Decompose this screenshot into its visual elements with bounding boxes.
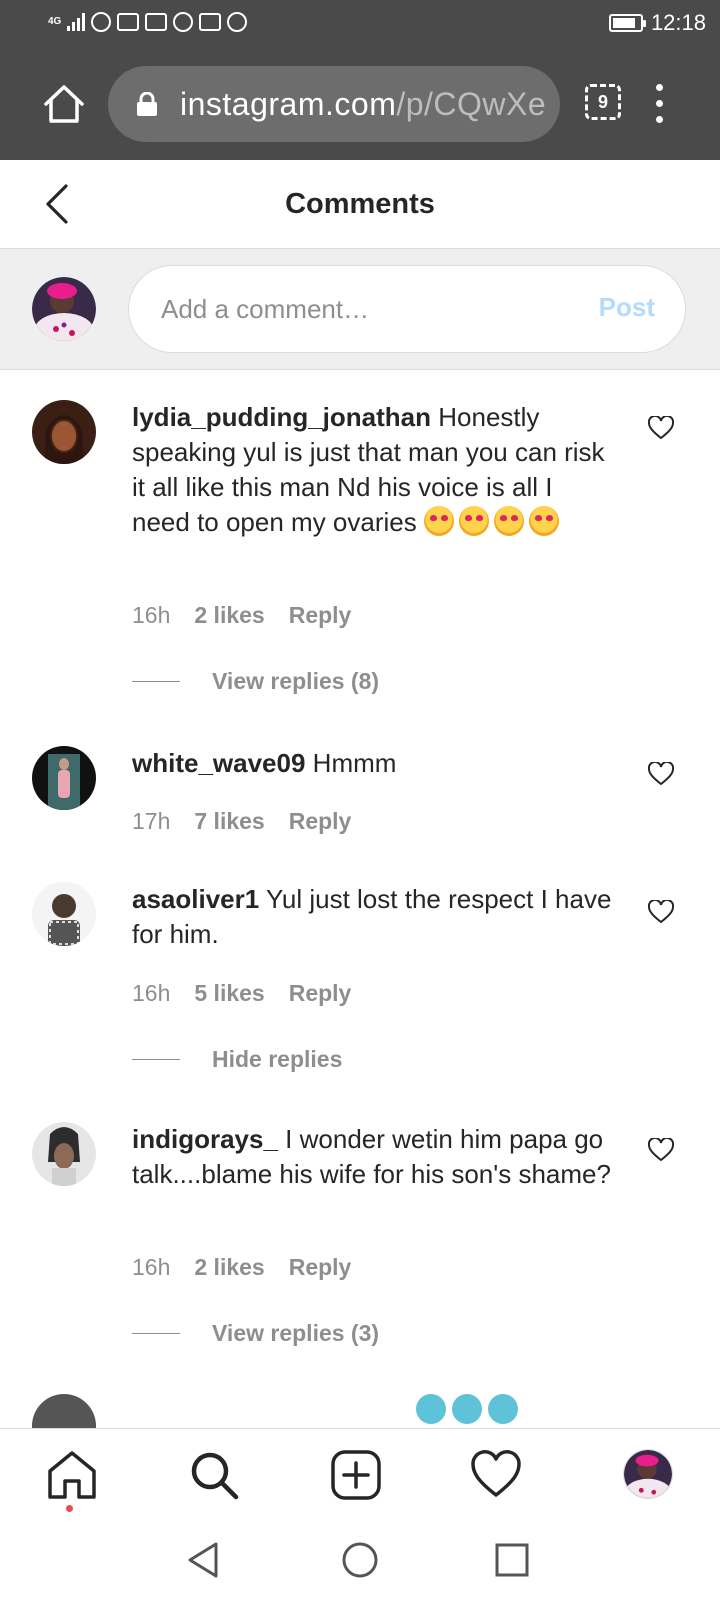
bottom-navigation (0, 1428, 720, 1518)
comment-meta: 16h 5 likes Reply (132, 980, 351, 1007)
replies-label: Hide replies (212, 1046, 343, 1072)
page-title: Comments (285, 188, 435, 220)
hotspot-icon (91, 12, 112, 32)
comment-body: indigorays_ I wonder wetin him papa go t… (132, 1122, 612, 1192)
post-button[interactable]: Post (599, 292, 655, 323)
comment-likes[interactable]: 5 likes (194, 980, 264, 1007)
tab-switcher-button[interactable]: 9 (585, 84, 621, 120)
replies-label: View replies (3) (212, 1320, 380, 1346)
activity-heart-icon[interactable] (470, 1449, 522, 1501)
replies-divider (132, 1059, 180, 1060)
view-replies-button[interactable]: View replies (3) (132, 1320, 379, 1347)
comment-likes[interactable]: 2 likes (194, 602, 264, 629)
user-avatar[interactable] (32, 882, 96, 946)
reply-button[interactable]: Reply (289, 602, 352, 629)
comment-username[interactable]: indigorays_ (132, 1124, 278, 1154)
browser-menu-icon[interactable] (654, 82, 664, 126)
replies-divider (132, 1333, 180, 1334)
status-bar: 4G 12:18 (0, 0, 720, 52)
mail-icon (117, 13, 140, 31)
battery-icon (608, 14, 646, 32)
comments-list: lydia_pudding_jonathan Honestly speaking… (0, 370, 720, 1428)
like-heart-icon[interactable] (648, 1138, 674, 1162)
user-avatar[interactable] (32, 400, 96, 464)
comment-time: 16h (132, 1254, 171, 1280)
comment-username[interactable]: lydia_pudding_jonathan (132, 402, 431, 432)
replies-label: View replies (8) (212, 668, 380, 694)
chat-icon (173, 12, 194, 32)
new-post-icon[interactable] (330, 1449, 382, 1501)
browser-toolbar: instagram.com/p/CQwXe 9 (0, 52, 720, 160)
user-avatar[interactable] (32, 746, 96, 810)
comment-body: asaoliver1 Yul just lost the respect I h… (132, 882, 612, 952)
comment-input[interactable] (161, 266, 561, 352)
like-heart-icon[interactable] (648, 416, 674, 440)
smiling-face-with-hearts-emoji (423, 506, 564, 537)
app-notification-icon (145, 13, 168, 31)
reply-button[interactable]: Reply (289, 980, 352, 1007)
user-avatar[interactable] (32, 1122, 96, 1186)
url-text: instagram.com/p/CQwXe (180, 86, 546, 123)
clock: 12:18 (650, 10, 706, 35)
hide-replies-button[interactable]: Hide replies (132, 1046, 342, 1073)
comment-time: 16h (132, 602, 171, 628)
home-icon[interactable] (46, 1449, 98, 1501)
lock-icon (137, 92, 157, 116)
search-icon[interactable] (188, 1449, 240, 1501)
comment-body: lydia_pudding_jonathan Honestly speaking… (132, 400, 612, 540)
comments-header: Comments (0, 160, 720, 249)
like-heart-icon[interactable] (648, 762, 674, 786)
replies-divider (132, 681, 180, 682)
comment-composer: Post (0, 249, 720, 370)
signal-icon (67, 13, 86, 31)
app-badge-icon (227, 12, 248, 32)
comment-likes[interactable]: 2 likes (194, 1254, 264, 1281)
status-icons: 4G (48, 12, 248, 32)
comment-field[interactable]: Post (128, 265, 686, 353)
reply-button[interactable]: Reply (289, 808, 352, 835)
profile-avatar[interactable] (623, 1449, 673, 1499)
browser-home-icon[interactable] (40, 80, 88, 128)
current-user-avatar (32, 277, 96, 341)
comment-username[interactable]: white_wave09 (132, 748, 305, 778)
comment-meta: 16h 2 likes Reply (132, 1254, 351, 1281)
comment-text: Hmmm (312, 748, 397, 778)
back-triangle-icon[interactable] (184, 1540, 224, 1580)
comment-time: 17h (132, 808, 171, 834)
url-path: /p/CQwXe (396, 86, 547, 122)
comment-time: 16h (132, 980, 171, 1006)
partial-user-avatar (32, 1394, 96, 1428)
comment-meta: 16h 2 likes Reply (132, 602, 351, 629)
comment-username[interactable]: asaoliver1 (132, 884, 259, 914)
address-bar[interactable]: instagram.com/p/CQwXe (108, 66, 560, 142)
system-navigation-bar (0, 1518, 720, 1600)
mail-icon (199, 13, 222, 31)
comment-body: white_wave09 Hmmm (132, 746, 612, 781)
url-domain: instagram.com (180, 86, 397, 122)
partial-emoji-row (416, 1394, 518, 1424)
network-type: 4G (48, 16, 62, 27)
recents-square-icon[interactable] (492, 1540, 532, 1580)
notification-dot (66, 1505, 73, 1512)
home-circle-icon[interactable] (340, 1540, 380, 1580)
comment-meta: 17h 7 likes Reply (132, 808, 351, 835)
like-heart-icon[interactable] (648, 900, 674, 924)
view-replies-button[interactable]: View replies (8) (132, 668, 379, 695)
reply-button[interactable]: Reply (289, 1254, 352, 1281)
comment-likes[interactable]: 7 likes (194, 808, 264, 835)
